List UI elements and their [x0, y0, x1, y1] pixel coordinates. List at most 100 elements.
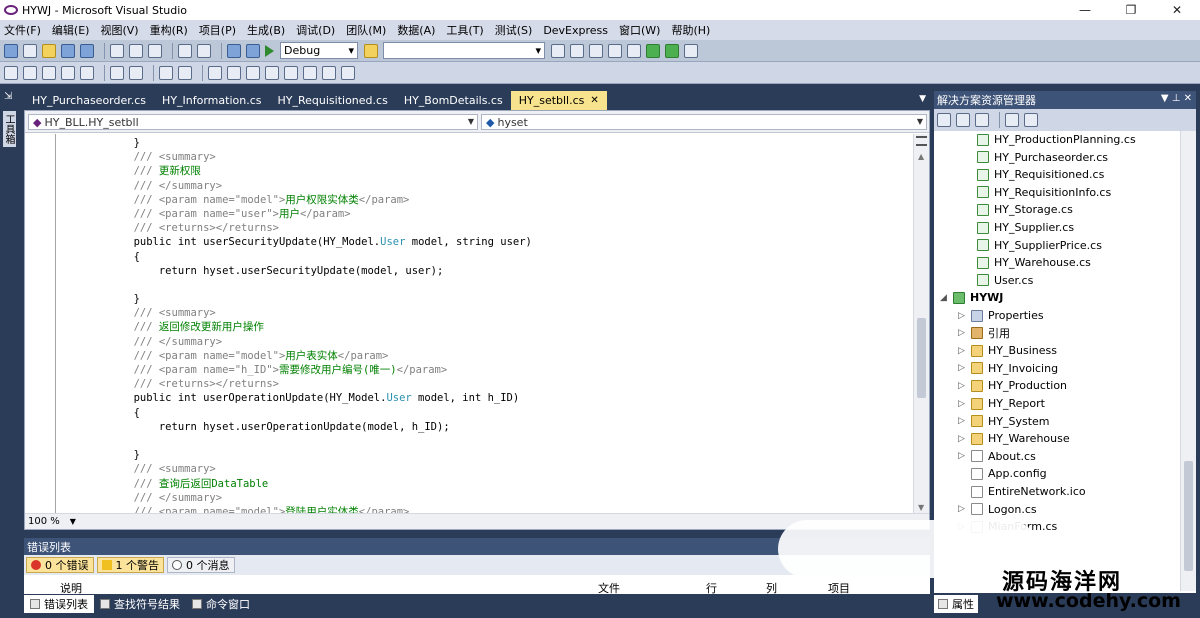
expand-icon[interactable]: ▷: [958, 434, 967, 444]
refresh-icon[interactable]: [975, 113, 989, 127]
comment-lines-icon[interactable]: [159, 65, 173, 80]
pin-icon[interactable]: ⇲: [4, 91, 12, 102]
menu-devexpress[interactable]: DevExpress: [543, 24, 608, 37]
code-area[interactable]: } /// <summary> /// 更新权限 /// </summary> …: [25, 134, 913, 514]
tree-item[interactable]: ▷ HY_Production: [958, 377, 1067, 394]
tab-list-dropdown-icon[interactable]: ▼: [919, 94, 926, 104]
tree-item[interactable]: ▷ HY_Warehouse: [958, 430, 1070, 447]
messages-filter-button[interactable]: 0 个消息: [167, 557, 235, 573]
extension-manager-icon[interactable]: [665, 43, 679, 58]
tree-item[interactable]: HY_Warehouse.cs: [964, 254, 1091, 271]
find-in-files-icon[interactable]: [364, 43, 378, 58]
uncomment-lines-icon[interactable]: [178, 65, 192, 80]
member-dropdown[interactable]: ◆ hyset ▼: [481, 114, 927, 130]
tree-item[interactable]: HY_ProductionPlanning.cs: [964, 131, 1136, 148]
navigate-backward-icon[interactable]: [227, 43, 241, 58]
properties-icon[interactable]: [937, 113, 951, 127]
scroll-thumb[interactable]: [917, 318, 926, 398]
menu-help[interactable]: 帮助(H): [671, 22, 710, 38]
previous-bookmark-document-icon[interactable]: [303, 65, 317, 80]
menu-test[interactable]: 测试(S): [495, 22, 533, 38]
new-project-icon[interactable]: [4, 43, 18, 58]
type-dropdown[interactable]: ◆ HY_BLL.HY_setbll ▼: [28, 114, 478, 130]
show-all-files-icon[interactable]: [956, 113, 970, 127]
expand-icon[interactable]: ▷: [958, 363, 967, 373]
tree-item[interactable]: ▷ HY_Invoicing: [958, 360, 1058, 377]
properties-icon[interactable]: [570, 43, 584, 58]
close-tab-icon[interactable]: ✕: [590, 95, 598, 106]
complete-word-icon[interactable]: [61, 65, 75, 80]
expand-icon[interactable]: ▷: [958, 399, 967, 409]
class-view-icon[interactable]: [608, 43, 622, 58]
parameter-info-icon[interactable]: [23, 65, 37, 80]
tree-item[interactable]: ▷ HY_Business: [958, 342, 1057, 359]
menu-debug[interactable]: 调试(D): [296, 22, 335, 38]
find-combo[interactable]: ▾: [383, 42, 545, 59]
solution-scrollbar[interactable]: [1180, 131, 1196, 591]
clear-bookmarks-icon[interactable]: [341, 65, 355, 80]
object-browser-icon[interactable]: [589, 43, 603, 58]
scroll-thumb[interactable]: [1184, 461, 1193, 571]
tree-item[interactable]: EntireNetwork.ico: [958, 483, 1086, 500]
expand-icon[interactable]: ▷: [958, 311, 967, 321]
expand-icon[interactable]: ▷: [958, 381, 967, 391]
splitter-handle[interactable]: [916, 136, 927, 146]
tree-item[interactable]: ▷ 引用: [958, 325, 1010, 342]
expand-icon[interactable]: ▷: [958, 346, 967, 356]
redo-icon[interactable]: [197, 43, 211, 58]
tree-item[interactable]: HY_Requisitioned.cs: [964, 166, 1104, 183]
scroll-up-icon[interactable]: ▲: [918, 152, 924, 161]
menu-refactor[interactable]: 重构(R): [150, 22, 188, 38]
menu-file[interactable]: 文件(F): [4, 22, 41, 38]
menu-tools[interactable]: 工具(T): [446, 22, 483, 38]
zoom-level[interactable]: 100 %: [28, 516, 60, 527]
toolbox-icon[interactable]: [627, 43, 641, 58]
tree-item[interactable]: ◢ HYWJ: [940, 289, 1003, 306]
collapse-icon[interactable]: ◢: [940, 293, 949, 303]
toolbox-tab[interactable]: 工具箱: [3, 111, 16, 147]
paste-icon[interactable]: [148, 43, 162, 58]
editor-tab[interactable]: HY_Purchaseorder.cs: [24, 91, 154, 110]
quick-info-icon[interactable]: [42, 65, 56, 80]
solution-configuration-select[interactable]: Debug ▾: [280, 42, 358, 59]
tree-item[interactable]: HY_SupplierPrice.cs: [964, 237, 1102, 254]
save-all-icon[interactable]: [80, 43, 94, 58]
pin-icon[interactable]: ⊥: [1172, 93, 1181, 104]
next-bookmark-document-icon[interactable]: [322, 65, 336, 80]
error-list-tab[interactable]: 错误列表: [24, 595, 94, 613]
tree-item[interactable]: HY_Supplier.cs: [964, 219, 1074, 236]
toggle-bookmark-icon[interactable]: [208, 65, 222, 80]
close-icon[interactable]: ✕: [1184, 93, 1192, 104]
find-symbol-results-tab[interactable]: 查找符号结果: [94, 595, 186, 613]
minimize-button[interactable]: —: [1062, 0, 1108, 20]
object-members-icon[interactable]: [4, 65, 18, 80]
previous-bookmark-folder-icon[interactable]: [265, 65, 279, 80]
tree-item[interactable]: App.config: [958, 465, 1047, 482]
menu-team[interactable]: 团队(M): [346, 22, 386, 38]
start-page-icon[interactable]: [646, 43, 660, 58]
view-class-diagram-icon[interactable]: [1024, 113, 1038, 127]
editor-tab[interactable]: HY_BomDetails.cs: [396, 91, 511, 110]
navigate-forward-icon[interactable]: [246, 43, 260, 58]
editor-tab[interactable]: HY_Requisitioned.cs: [270, 91, 396, 110]
close-button[interactable]: ✕: [1154, 0, 1200, 20]
tree-item[interactable]: HY_RequisitionInfo.cs: [964, 184, 1111, 201]
editor-tab[interactable]: HY_Information.cs: [154, 91, 269, 110]
tree-item[interactable]: ▷ Logon.cs: [958, 501, 1037, 518]
scroll-down-icon[interactable]: ▼: [918, 503, 924, 512]
save-icon[interactable]: [61, 43, 75, 58]
next-bookmark-folder-icon[interactable]: [284, 65, 298, 80]
expand-icon[interactable]: ▷: [958, 416, 967, 426]
expand-icon[interactable]: ▷: [958, 451, 967, 461]
editor-tab-active[interactable]: HY_setbll.cs ✕: [510, 91, 607, 110]
undo-icon[interactable]: [178, 43, 192, 58]
copy-icon[interactable]: [129, 43, 143, 58]
expand-icon[interactable]: ▷: [958, 504, 967, 514]
restore-button[interactable]: ❐: [1108, 0, 1154, 20]
errors-filter-button[interactable]: 0 个错误: [26, 557, 94, 573]
vertical-scrollbar[interactable]: ▲ ▼: [913, 134, 929, 514]
command-window-tab[interactable]: 命令窗口: [186, 595, 256, 613]
open-file-icon[interactable]: [42, 43, 56, 58]
menu-data[interactable]: 数据(A): [397, 22, 435, 38]
tree-item[interactable]: HY_Purchaseorder.cs: [964, 149, 1108, 166]
